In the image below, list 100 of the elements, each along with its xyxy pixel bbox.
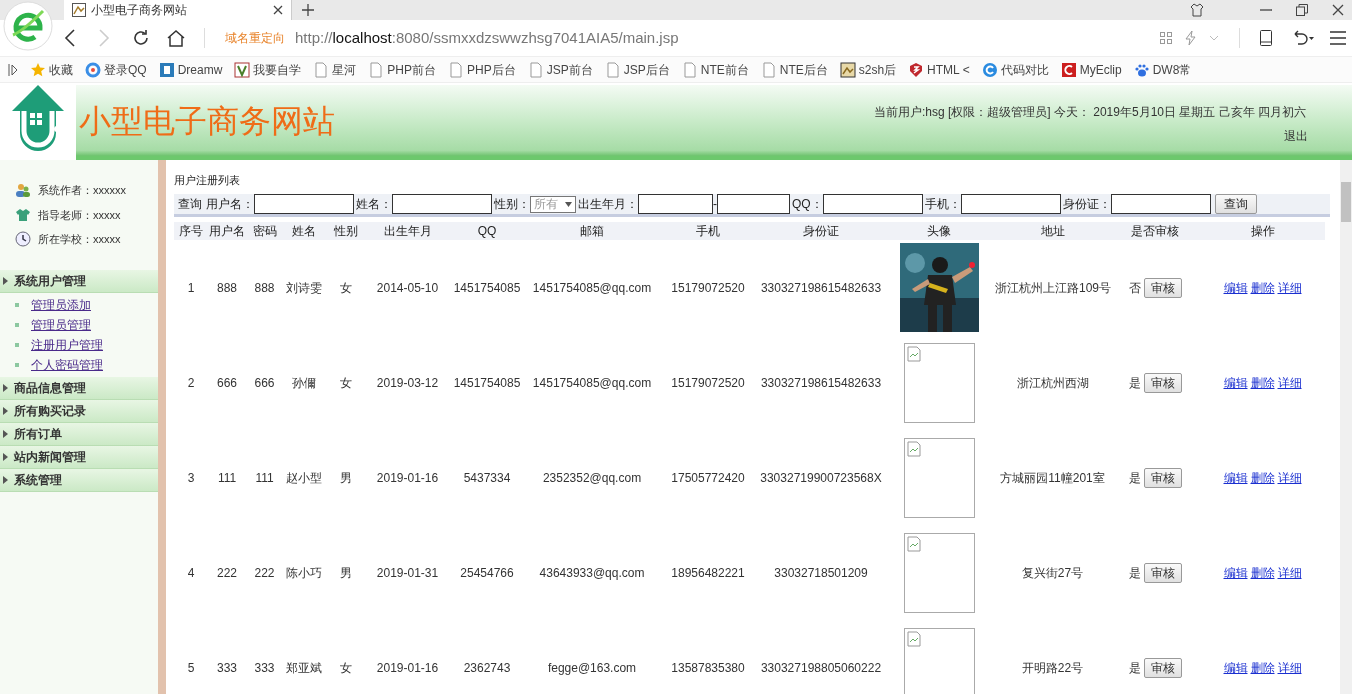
search-button[interactable]: 查询 [1214, 194, 1257, 214]
column-header: 邮箱 [579, 223, 605, 240]
field-label: 姓名： [356, 196, 392, 213]
action-link[interactable]: 编辑 [1223, 373, 1248, 392]
bookmark[interactable]: 代码对比 [981, 60, 1049, 79]
action-link[interactable]: 删除 [1250, 468, 1275, 487]
close-icon[interactable] [273, 5, 283, 15]
bookmark[interactable]: 星河 [313, 60, 357, 79]
column-header: 序号 [178, 223, 204, 240]
action-link[interactable]: 详细 [1277, 468, 1302, 487]
bookmark[interactable]: PHP前台 [368, 60, 437, 79]
approve-button[interactable]: 审核 [1143, 277, 1182, 298]
table-cell-text: 333 [253, 659, 276, 677]
home-icon[interactable] [167, 29, 185, 47]
bookmark[interactable]: JSP前台 [527, 60, 593, 79]
bookmark[interactable]: Dreamw [158, 60, 223, 79]
action-link[interactable]: 详细 [1277, 658, 1302, 677]
table-cell-text: 1451754085 [452, 279, 522, 297]
approve-button[interactable]: 审核 [1143, 562, 1182, 583]
bookmark[interactable]: MyEclip [1060, 60, 1122, 79]
column-header: 手机 [695, 223, 721, 240]
bookmark[interactable]: 我要自学 [234, 60, 302, 79]
bookmark[interactable]: JSP后台 [604, 60, 670, 79]
reload-icon[interactable] [132, 29, 150, 47]
page-icon [760, 61, 777, 78]
shirt-icon [15, 206, 31, 223]
action-link[interactable]: 编辑 [1223, 278, 1248, 297]
input-field[interactable] [392, 194, 492, 214]
undo-icon[interactable] [1292, 30, 1314, 46]
bookmark[interactable]: HTML < [908, 60, 970, 79]
bookmark[interactable]: NTE前台 [681, 60, 749, 79]
approve-button[interactable]: 审核 [1143, 467, 1182, 488]
column-header: 出生年月 [382, 223, 433, 240]
user-info: 当前用户:hsg [权限：超级管理员] 今天： 2019年5月10日 星期五 己亥年 四月初六 [873, 103, 1306, 121]
table-cell-text: 2019-01-31 [375, 564, 440, 582]
field-label: 手机： [924, 196, 961, 213]
action-link[interactable]: 删除 [1250, 278, 1275, 297]
table-cell-text: 17505772420 [670, 469, 746, 487]
input-field[interactable] [717, 194, 790, 214]
action-link[interactable]: 编辑 [1223, 563, 1248, 582]
app-icon [1060, 61, 1077, 78]
table-cell-text: fegge@163.com [546, 659, 638, 677]
restore-icon[interactable] [1296, 4, 1308, 16]
approve-button[interactable]: 审核 [1143, 657, 1182, 678]
input-field[interactable] [254, 194, 354, 214]
new-tab-icon[interactable] [302, 4, 314, 16]
table-cell-text: 25454766 [459, 564, 515, 582]
shirt-icon[interactable] [1190, 3, 1204, 17]
input-field[interactable] [638, 194, 713, 214]
action-link[interactable]: 详细 [1277, 563, 1302, 582]
sidebar-toggle-icon[interactable] [8, 63, 18, 76]
action-link[interactable]: 编辑 [1223, 468, 1248, 487]
menu-link[interactable]: 个人密码管理 [31, 355, 103, 374]
menu-header[interactable]: 站内新闻管理 [0, 445, 158, 469]
bookmark[interactable]: 收藏 [30, 60, 73, 79]
bullet-icon [15, 362, 19, 367]
menu-header[interactable]: 系统管理 [0, 468, 158, 492]
field-label: 身份证： [1062, 196, 1111, 213]
bookmark[interactable]: DW8常 [1133, 60, 1192, 79]
bookmark[interactable]: NTE后台 [760, 60, 828, 79]
action-link[interactable]: 删除 [1250, 658, 1275, 677]
action-link[interactable]: 删除 [1250, 563, 1275, 582]
arrow-icon [3, 406, 8, 415]
close-icon[interactable] [1332, 4, 1344, 16]
approve-button[interactable]: 审核 [1143, 372, 1182, 393]
action-link[interactable]: 详细 [1277, 373, 1302, 392]
table-cell-text: 330327198805060222 [759, 659, 883, 677]
qr-code-icon[interactable] [1160, 32, 1172, 44]
field-label: QQ： [792, 196, 823, 213]
lightning-icon[interactable] [1185, 31, 1197, 45]
menu-header[interactable]: 商品信息管理 [0, 376, 158, 400]
column-header: 用户名 [208, 223, 246, 240]
range-separator: - [713, 196, 717, 213]
input-field[interactable] [960, 194, 1061, 214]
tablet-icon[interactable] [1260, 30, 1272, 46]
bookmark[interactable]: PHP后台 [448, 60, 516, 79]
menu-link[interactable]: 管理员添加 [31, 295, 91, 314]
menu-link[interactable]: 注册用户管理 [31, 335, 103, 354]
menu-header[interactable]: 所有订单 [0, 422, 158, 446]
menu-link[interactable]: 管理员管理 [31, 315, 91, 334]
menu-header[interactable]: 系统用户管理 [0, 269, 158, 293]
input-field[interactable] [822, 194, 923, 214]
logout-link[interactable]: 退出 [1284, 126, 1308, 145]
caret-icon [565, 201, 572, 207]
menu-header[interactable]: 所有购买记录 [0, 399, 158, 423]
table-cell-text: 男 [339, 469, 353, 487]
back-icon[interactable] [64, 29, 76, 47]
url-field[interactable]: http://localhost:8080/ssmxxdzswwzhsg7041AIA5/main.jsp [295, 26, 679, 50]
browser-tab[interactable]: 小型电子商务网站 [64, 0, 292, 20]
table-cell-text: 222 [216, 564, 238, 582]
info-text: 系统作者：xxxxxx [38, 183, 126, 198]
input-field[interactable] [1110, 194, 1211, 214]
action-link[interactable]: 编辑 [1223, 658, 1248, 677]
action-link[interactable]: 详细 [1277, 278, 1302, 297]
action-link[interactable]: 删除 [1250, 373, 1275, 392]
bookmark[interactable]: 登录QQ [85, 60, 147, 79]
table-cell-text: 666 [253, 374, 276, 392]
menu-icon[interactable] [1330, 31, 1346, 45]
scrollbar[interactable] [1340, 160, 1352, 694]
bookmark[interactable]: s2sh后 [839, 60, 897, 79]
